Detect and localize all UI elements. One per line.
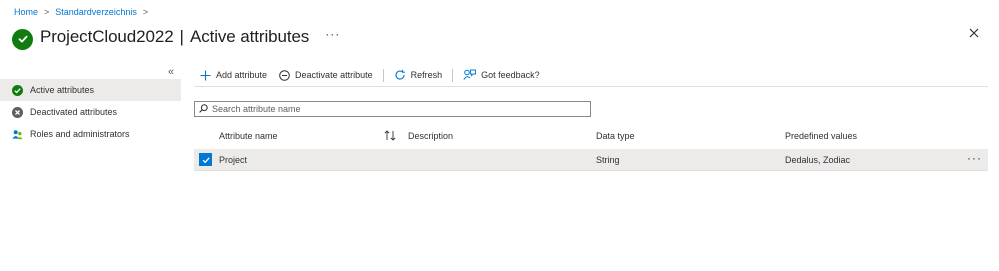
breadcrumb-home-link[interactable]: Home	[14, 7, 38, 17]
sidebar-item-roles-and-administrators[interactable]: Roles and administrators	[0, 123, 181, 145]
plus-icon	[200, 70, 211, 81]
search-input[interactable]	[212, 104, 582, 114]
sort-icon[interactable]	[384, 130, 396, 143]
search-icon	[199, 103, 208, 115]
page-header: ProjectCloud2022 | Active attributes ···	[12, 24, 340, 50]
refresh-button[interactable]: Refresh	[388, 64, 449, 86]
check-circle-icon	[12, 28, 33, 50]
breadcrumb: Home > Standardverzeichnis >	[14, 5, 148, 19]
feedback-button[interactable]: Got feedback?	[457, 64, 546, 86]
chevron-right-icon: >	[44, 7, 50, 17]
sidebar-item-deactivated-attributes[interactable]: Deactivated attributes	[0, 101, 181, 123]
refresh-label: Refresh	[410, 70, 443, 80]
x-circle-icon	[12, 106, 23, 118]
sidebar-item-active-attributes[interactable]: Active attributes	[0, 79, 181, 101]
more-options-button[interactable]: ···	[325, 27, 340, 41]
collapse-sidebar-button[interactable]: «	[168, 66, 174, 78]
feedback-label: Got feedback?	[481, 70, 540, 80]
row-more-options-button[interactable]: ···	[967, 151, 982, 165]
page-subtitle: Active attributes	[189, 27, 310, 46]
row-checkbox[interactable]	[199, 153, 212, 166]
sidebar: Active attributes Deactivated attributes…	[0, 79, 181, 145]
toolbar-divider	[452, 68, 454, 82]
add-attribute-label: Add attribute	[216, 70, 268, 80]
column-header-attribute-name[interactable]: Attribute name	[219, 131, 278, 141]
add-attribute-button[interactable]: Add attribute	[194, 64, 273, 86]
command-bar: Add attribute Deactivate attribute Refre…	[194, 64, 988, 87]
title-separator: |	[179, 27, 184, 46]
search-box[interactable]	[194, 101, 591, 117]
minus-circle-icon	[279, 69, 290, 81]
sidebar-item-label: Roles and administrators	[30, 129, 130, 139]
check-circle-icon	[12, 84, 23, 96]
column-header-data-type[interactable]: Data type	[596, 131, 635, 141]
deactivate-attribute-button[interactable]: Deactivate attribute	[273, 64, 379, 86]
page-title: ProjectCloud2022	[40, 27, 174, 46]
toolbar-divider	[382, 68, 384, 82]
column-header-description[interactable]: Description	[408, 131, 453, 141]
cell-attribute-name: Project	[219, 155, 248, 165]
refresh-icon	[394, 69, 406, 81]
close-icon[interactable]	[967, 26, 981, 40]
sidebar-item-label: Deactivated attributes	[30, 107, 118, 117]
feedback-icon	[463, 69, 477, 81]
column-header-predefined-values[interactable]: Predefined values	[785, 131, 857, 141]
deactivate-attribute-label: Deactivate attribute	[295, 70, 373, 80]
sidebar-item-label: Active attributes	[30, 85, 95, 95]
breadcrumb-standardverzeichnis-link[interactable]: Standardverzeichnis	[55, 7, 137, 17]
cell-predefined-values: Dedalus, Zodiac	[785, 155, 851, 165]
people-icon	[12, 129, 23, 140]
chevron-right-icon: >	[142, 7, 149, 17]
table-header: Attribute name Description Data type Pre…	[194, 128, 988, 146]
table-row[interactable]: Project String Dedalus, Zodiac ···	[194, 149, 988, 171]
cell-data-type: String	[596, 155, 620, 165]
